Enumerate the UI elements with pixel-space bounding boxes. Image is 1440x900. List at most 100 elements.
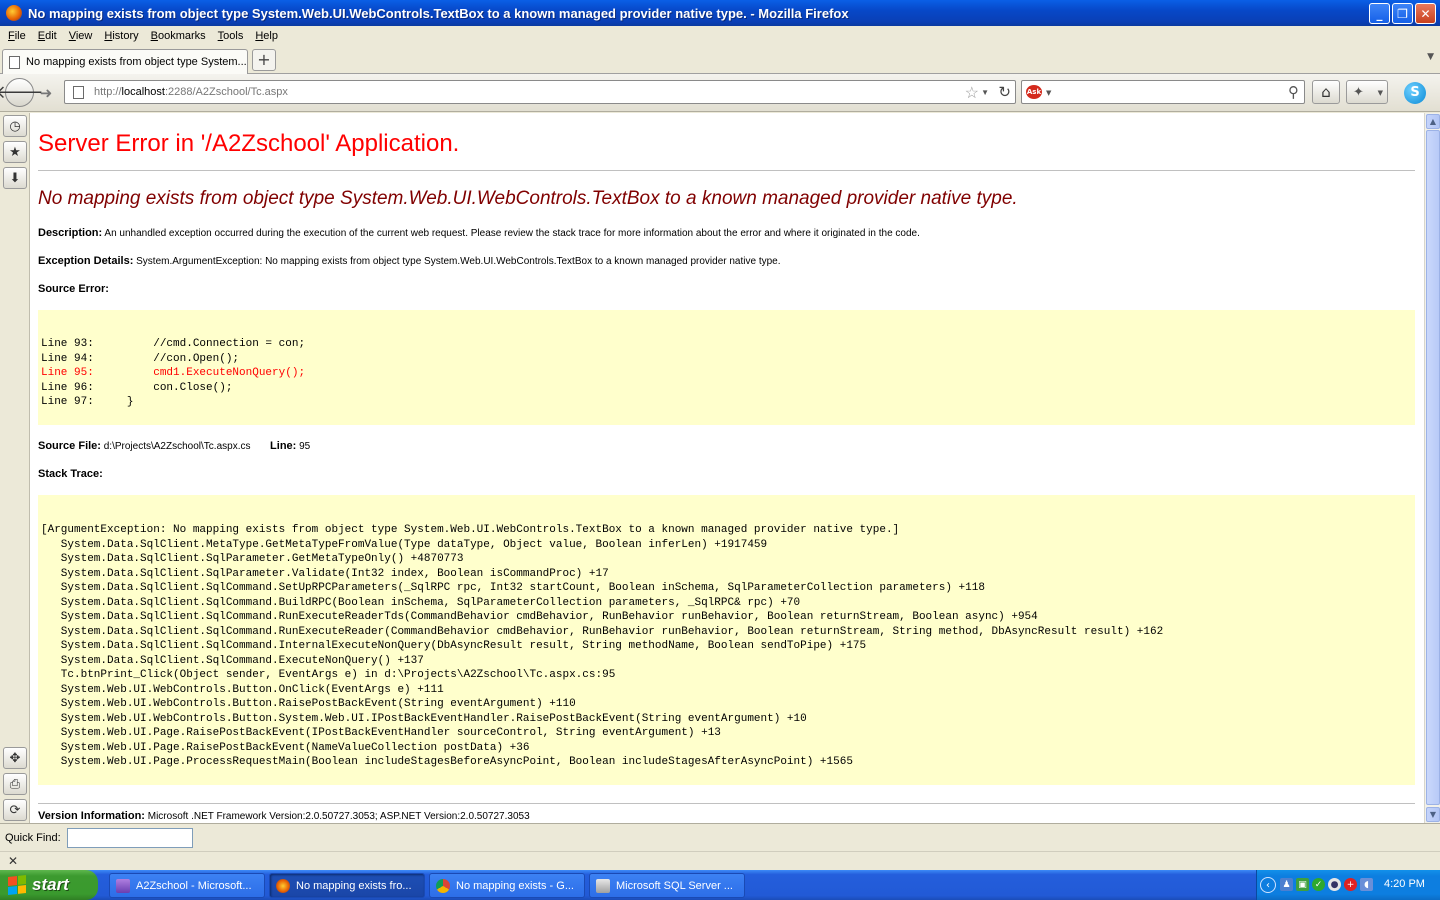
description-text: An unhandled exception occurred during t… — [102, 228, 920, 239]
show-hidden-icons-icon[interactable]: ‹ — [1260, 877, 1276, 893]
bookmarks-sidebar-button[interactable]: ★ — [3, 141, 27, 163]
network-users-icon[interactable]: ♟ — [1280, 878, 1293, 891]
downloads-button[interactable]: ⬇ — [3, 167, 27, 189]
menu-edit[interactable]: Edit — [32, 30, 63, 42]
url-history-dropdown-icon[interactable]: ▼ — [981, 88, 989, 97]
stack-trace-line: System.Web.UI.Page.RaisePostBackEvent(Na… — [41, 741, 530, 754]
forward-button[interactable]: ➜ — [35, 83, 57, 103]
taskbar-item-label: No mapping exists - G... — [456, 879, 574, 892]
skype-button[interactable]: S — [1400, 79, 1430, 106]
search-engine-dropdown-icon[interactable]: ▼ — [1046, 89, 1051, 97]
version-paragraph: Version Information: Microsoft .NET Fram… — [38, 810, 530, 822]
menu-help[interactable]: Help — [249, 30, 284, 42]
url-scheme: http:// — [94, 86, 122, 98]
menu-history[interactable]: History — [98, 30, 144, 42]
sync-button[interactable]: ⟳ — [3, 799, 27, 821]
firefox-logo-icon — [6, 5, 22, 21]
scroll-down-button[interactable]: ▼ — [1426, 807, 1440, 822]
history-sidebar-button[interactable]: ◷ — [3, 115, 27, 137]
taskbar-item-chrome[interactable]: No mapping exists - G... — [429, 873, 585, 898]
description-label: Description: — [38, 227, 103, 239]
reload-icon[interactable]: ↻ — [998, 83, 1011, 101]
volume-icon[interactable]: ◖ — [1360, 878, 1373, 891]
side-toolbar: ◷ ★ ⬇ ✥ ⎙ ⟳ — [0, 113, 30, 823]
addon-button[interactable]: ✦ ▼ — [1346, 80, 1388, 104]
chevron-down-icon: ▼ — [1377, 89, 1383, 97]
fullscreen-button[interactable]: ✥ — [3, 747, 27, 769]
stack-trace-line: System.Web.UI.Page.ProcessRequestMain(Bo… — [41, 756, 853, 768]
navigation-toolbar: 🡐 ➜ http://localhost:2288/A2Zschool/Tc.a… — [0, 74, 1440, 112]
visual-studio-icon — [116, 878, 130, 893]
divider — [38, 170, 1415, 171]
taskbar-item-label: A2Zschool - Microsoft... — [136, 879, 252, 892]
restore-button[interactable]: ❐ — [1392, 3, 1413, 24]
taskbar-item-label: No mapping exists fro... — [296, 879, 412, 892]
home-button[interactable]: ⌂ — [1312, 80, 1340, 104]
url-bar[interactable]: http://localhost:2288/A2Zschool/Tc.aspx … — [64, 80, 1016, 104]
magnifier-icon[interactable]: ⚲ — [1288, 83, 1299, 101]
star-icon[interactable]: ☆ — [965, 83, 979, 103]
version-text: Microsoft .NET Framework Version:2.0.507… — [144, 811, 530, 822]
source-file-label: Source File: — [38, 440, 101, 452]
quick-find-label: Quick Find: — [5, 832, 61, 844]
back-button[interactable]: 🡐 — [0, 78, 44, 107]
taskbar-item-firefox[interactable]: No mapping exists fro... — [269, 873, 425, 898]
quick-find-input[interactable] — [67, 828, 193, 848]
list-all-tabs-icon[interactable]: ▼ — [1427, 52, 1434, 62]
messenger-icon[interactable]: ● — [1328, 878, 1341, 891]
url-path: :2288/A2Zschool/Tc.aspx — [164, 86, 288, 98]
menu-view[interactable]: View — [63, 30, 99, 42]
close-findbar-icon[interactable]: ✕ — [8, 854, 18, 868]
sync-icon: ⟳ — [9, 802, 21, 818]
stack-trace-line: Tc.btnPrint_Click(Object sender, EventAr… — [41, 669, 616, 681]
puzzle-icon: ✦ — [1353, 84, 1364, 100]
antivirus-icon[interactable]: + — [1344, 878, 1357, 891]
new-tab-button[interactable]: + — [252, 49, 276, 71]
stack-trace-heading: Stack Trace: — [38, 468, 103, 480]
stack-trace-box: [ArgumentException: No mapping exists fr… — [38, 495, 1415, 785]
clock-icon: ◷ — [9, 118, 21, 134]
source-file-value: d:\Projects\A2Zschool\Tc.aspx.cs — [100, 441, 251, 452]
search-bar[interactable]: Ask ▼ ⚲ — [1021, 80, 1305, 104]
page-title: Server Error in '/A2Zschool' Application… — [38, 130, 460, 157]
printer-icon: ⎙ — [9, 776, 21, 792]
taskbar-item-sql-server[interactable]: Microsoft SQL Server ... — [589, 873, 745, 898]
menu-bar: File Edit View History Bookmarks Tools H… — [0, 26, 1440, 46]
menu-bookmarks[interactable]: Bookmarks — [145, 30, 212, 42]
scroll-thumb[interactable] — [1426, 130, 1440, 805]
print-button[interactable]: ⎙ — [3, 773, 27, 795]
tab-error-page[interactable]: No mapping exists from object type Syste… — [2, 49, 248, 74]
skype-icon: S — [1404, 81, 1426, 104]
source-file-paragraph: Source File: d:\Projects\A2Zschool\Tc.as… — [38, 440, 310, 452]
exception-text: System.ArgumentException: No mapping exi… — [133, 256, 781, 267]
scroll-up-button[interactable]: ▲ — [1426, 114, 1440, 129]
window-titlebar: No mapping exists from object type Syste… — [0, 0, 1440, 26]
windows-flag-icon — [8, 875, 26, 895]
window-controls: _ ❐ ✕ — [1369, 3, 1436, 24]
menu-tools[interactable]: Tools — [212, 30, 250, 42]
source-error-heading: Source Error: — [38, 283, 109, 295]
site-identity-icon[interactable] — [73, 85, 84, 99]
page-icon — [9, 55, 20, 69]
search-engine-icon[interactable]: Ask — [1026, 85, 1042, 99]
network-icon[interactable]: ▣ — [1296, 878, 1309, 891]
home-icon: ⌂ — [1321, 83, 1331, 101]
exception-paragraph: Exception Details: System.ArgumentExcept… — [38, 255, 781, 267]
stack-trace-line: System.Web.UI.Page.RaisePostBackEvent(IP… — [41, 727, 721, 739]
move-icon: ✥ — [9, 750, 21, 766]
line-label: Line: — [270, 440, 297, 452]
close-window-button[interactable]: ✕ — [1415, 3, 1436, 24]
stack-trace-line: System.Data.SqlClient.SqlCommand.Interna… — [41, 640, 867, 652]
stack-trace-line: System.Web.UI.WebControls.Button.RaisePo… — [41, 698, 576, 710]
vertical-scrollbar[interactable]: ▲ ▼ — [1424, 113, 1440, 823]
start-button[interactable]: start — [0, 870, 98, 900]
minimize-button[interactable]: _ — [1369, 3, 1390, 24]
stack-trace-line: System.Data.SqlClient.SqlCommand.BuildRP… — [41, 596, 801, 609]
stack-trace-line: [ArgumentException: No mapping exists fr… — [41, 524, 900, 536]
sql-server-icon — [596, 878, 610, 893]
download-arrow-icon: ⬇ — [9, 170, 21, 186]
stack-trace-line: System.Data.SqlClient.SqlCommand.RunExec… — [41, 611, 1038, 623]
taskbar-item-visual-studio[interactable]: A2Zschool - Microsoft... — [109, 873, 265, 898]
security-check-icon[interactable]: ✓ — [1312, 878, 1325, 891]
menu-file[interactable]: File — [2, 30, 32, 42]
